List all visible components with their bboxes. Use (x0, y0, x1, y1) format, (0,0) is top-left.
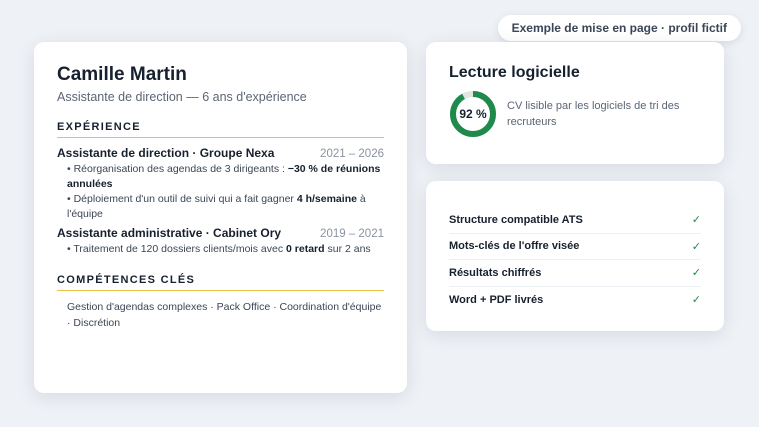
score-description: CV lisible par les logiciels de tri des … (507, 100, 680, 128)
ats-title: Lecture logicielle (449, 64, 580, 81)
job-title: Assistante de direction · Groupe Nexa (57, 146, 275, 160)
candidate-name: Camille Martin (57, 64, 187, 85)
job-entry: Assistante de direction · Groupe Nexa 20… (57, 146, 384, 222)
candidate-subtitle: Assistante de direction — 6 ans d'expéri… (57, 90, 307, 104)
skills-list: Gestion d'agendas complexes · Pack Offic… (67, 301, 382, 329)
checklist-item: Résultats chiffrés ✓ (449, 260, 701, 287)
sample-badge: Exemple de mise en page · profil fictif (497, 15, 741, 41)
check-icon: ✓ (691, 240, 701, 253)
check-icon: ✓ (691, 294, 701, 307)
score-ring: 92 % (449, 90, 497, 138)
check-icon: ✓ (691, 214, 701, 227)
checklist-card: Structure compatible ATS ✓ Mots-clés de … (426, 181, 724, 331)
checklist-item: Structure compatible ATS ✓ (449, 207, 701, 234)
ats-score-card: Lecture logicielle 92 % CV lisible par l… (426, 42, 724, 164)
skills-heading: COMPÉTENCES CLÉS (57, 274, 384, 291)
job-bullet: Réorganisation des agendas de 3 dirigean… (67, 162, 384, 192)
experience-heading: EXPÉRIENCE (57, 121, 384, 138)
job-dates: 2019 – 2021 (320, 228, 384, 240)
resume-card: Camille Martin Assistante de direction —… (34, 42, 407, 393)
job-bullet: Traitement de 120 dossiers clients/mois … (67, 242, 384, 257)
check-icon: ✓ (691, 267, 701, 280)
checklist-item: Word + PDF livrés ✓ (449, 287, 701, 314)
job-entry: Assistante administrative · Cabinet Ory … (57, 226, 384, 257)
job-title: Assistante administrative · Cabinet Ory (57, 226, 282, 240)
checklist-item: Mots-clés de l'offre visée ✓ (449, 234, 701, 260)
job-bullet: Déploiement d'un outil de suivi qui a fa… (67, 192, 384, 222)
score-value: 92 % (459, 107, 487, 121)
checklist-item-label: Word + PDF livrés (449, 293, 544, 306)
job-dates: 2021 – 2026 (320, 148, 384, 160)
checklist-item-label: Résultats chiffrés (449, 266, 542, 279)
checklist-item-label: Mots-clés de l'offre visée (449, 240, 580, 253)
checklist-item-label: Structure compatible ATS (449, 213, 583, 226)
